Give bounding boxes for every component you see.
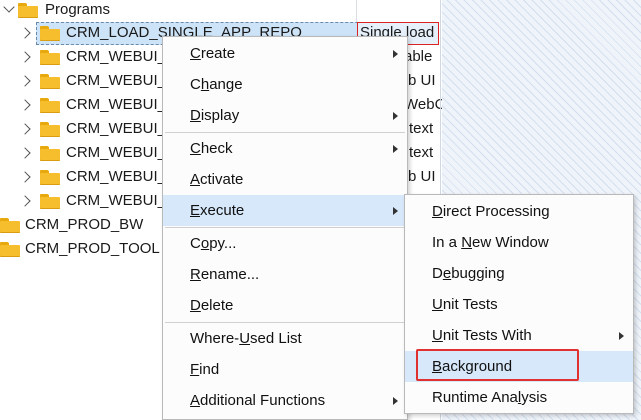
menu-item-where-used-list[interactable]: Where-Used List (163, 323, 407, 354)
folder-icon (0, 242, 20, 257)
folder-icon (40, 74, 60, 89)
menu-item-execute[interactable]: Execute (163, 195, 407, 226)
menu-item-change[interactable]: Change (163, 69, 407, 100)
execute-submenu: Direct Processing In a New Window Debugg… (404, 194, 634, 414)
submenu-arrow-icon (393, 207, 398, 215)
menu-item-activate[interactable]: Activate (163, 164, 407, 195)
chevron-right-icon[interactable] (19, 51, 31, 63)
tree-node-package[interactable]: CRM_PROD_BW (25, 214, 143, 236)
menu-item-unit-tests[interactable]: Unit Tests (405, 289, 633, 320)
menu-item-direct-processing[interactable]: Direct Processing (405, 196, 633, 227)
chevron-right-icon[interactable] (19, 27, 31, 39)
menu-item-check[interactable]: Check (163, 133, 407, 164)
tree-node-program[interactable]: CRM_WEBUI_ (66, 94, 166, 116)
tree-node-program[interactable]: CRM_WEBUI_ (66, 142, 166, 164)
menu-item-additional-functions[interactable]: Additional Functions (163, 385, 407, 416)
context-menu: Create Change Display Check Activate Exe… (162, 36, 408, 420)
tree-node-program[interactable]: CRM_WEBUI_ (66, 166, 166, 188)
folder-icon (40, 170, 60, 185)
tree-node-program[interactable]: CRM_WEBUI_ (66, 70, 166, 92)
tree-node-program[interactable]: CRM_WEBUI_ (66, 190, 166, 212)
chevron-right-icon[interactable] (19, 99, 31, 111)
folder-icon (40, 26, 60, 41)
chevron-right-icon[interactable] (19, 195, 31, 207)
menu-item-rename[interactable]: Rename... (163, 259, 407, 290)
tree-node-program[interactable]: CRM_WEBUI_ (66, 46, 166, 68)
submenu-arrow-icon (393, 397, 398, 405)
chevron-right-icon[interactable] (19, 123, 31, 135)
menu-item-in-a-new-window[interactable]: In a New Window (405, 227, 633, 258)
menu-item-find[interactable]: Find (163, 354, 407, 385)
chevron-right-icon[interactable] (19, 171, 31, 183)
menu-item-display[interactable]: Display (163, 100, 407, 131)
menu-item-copy[interactable]: Copy... (163, 228, 407, 259)
chevron-right-icon[interactable] (19, 147, 31, 159)
chevron-right-icon[interactable] (19, 75, 31, 87)
chevron-down-icon[interactable] (3, 1, 15, 13)
tree-node-program[interactable]: CRM_WEBUI_ (66, 118, 166, 140)
annotation-highlight-box (416, 349, 579, 381)
submenu-arrow-icon (393, 50, 398, 58)
folder-icon (40, 98, 60, 113)
menu-item-create[interactable]: Create (163, 38, 407, 69)
folder-icon (18, 3, 38, 18)
tree-node-package[interactable]: CRM_PROD_TOOL (25, 238, 160, 260)
folder-icon (40, 122, 60, 137)
folder-icon (40, 50, 60, 65)
submenu-arrow-icon (393, 145, 398, 153)
menu-item-delete[interactable]: Delete (163, 290, 407, 321)
menu-item-runtime-analysis[interactable]: Runtime Analysis (405, 382, 633, 413)
menu-item-unit-tests-with[interactable]: Unit Tests With (405, 320, 633, 351)
folder-icon (40, 194, 60, 209)
folder-icon (40, 146, 60, 161)
submenu-arrow-icon (619, 332, 624, 340)
menu-item-debugging[interactable]: Debugging (405, 258, 633, 289)
submenu-arrow-icon (393, 112, 398, 120)
tree-node-programs[interactable]: Programs (45, 0, 110, 21)
folder-icon (0, 218, 20, 233)
